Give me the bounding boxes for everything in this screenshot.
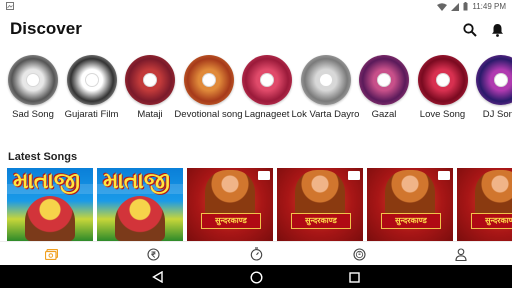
category-list: Sad Song Gujarati Film Mataji Devotional so… [0,52,512,136]
disc-hole [143,73,157,87]
wifi-icon [437,2,448,11]
coin-icon [352,247,366,261]
disc-hole [84,73,99,87]
song-card[interactable]: सुन्दरकाण्ड [367,168,453,241]
system-navigation-bar [0,265,512,288]
category-disc-image [242,55,292,105]
song-title: માતાજી [103,169,170,194]
song-card[interactable]: सुन्दरकाण्ड [457,168,512,241]
profile-icon [455,247,467,261]
nav-timer[interactable] [248,246,264,262]
latest-songs-list: માતાજી માતાજી सुन्दरकाण्ड सुन्दरकाण्ड सुन्दर… [0,168,512,241]
section-title-latest-songs: Latest Songs [8,151,78,163]
recents-square-icon [348,271,360,283]
category-disc-image [359,55,409,105]
home-circle-icon [249,270,263,284]
bell-icon [491,24,503,37]
disc-hole [377,73,391,87]
system-home-button[interactable] [249,270,263,284]
app-header: Discover [0,14,512,46]
status-bar: 11:49 PM [0,0,512,13]
system-back-button[interactable] [150,270,164,284]
nav-coin[interactable] [351,246,367,262]
category-label: DJ Song [482,109,512,120]
back-triangle-icon [151,271,163,283]
disc-hole [201,73,216,87]
disc-hole [435,73,450,87]
song-title: માતાજી [13,169,80,194]
song-card[interactable]: માતાજી [7,168,93,241]
nav-library[interactable] [43,246,59,262]
clock: 11:49 PM [472,2,506,11]
search-icon [463,23,477,37]
disc-hole [26,73,40,87]
label-badge [438,171,450,180]
label-badge [348,171,360,180]
rupee-icon [146,247,160,261]
goddess-artwork [115,196,165,241]
song-title: सुन्दरकाण्ड [291,213,351,229]
disc-hole [318,73,333,87]
category-disc-image [476,55,512,105]
disc-hole [494,73,508,87]
goddess-artwork [25,196,75,241]
nav-profile[interactable] [453,246,469,262]
category-item[interactable]: DJ Song [466,52,512,121]
song-title: सुन्दरकाण्ड [201,213,261,229]
image-notification-icon [6,2,14,10]
song-title: सुन्दरकाण्ड [381,213,441,229]
song-title: सुन्दरकाण्ड [471,213,512,229]
category-disc-image [417,55,468,105]
song-card[interactable]: सुन्दरकाण्ड [277,168,363,241]
category-disc-image [125,55,175,105]
signal-icon [451,2,460,11]
page-title: Discover [10,19,82,38]
notifications-button[interactable] [488,21,506,39]
system-recents-button[interactable] [347,270,361,284]
category-disc-image [300,55,351,105]
bottom-navigation [0,241,512,265]
category-disc-image [66,55,117,105]
search-button[interactable] [461,21,479,39]
nav-rupee[interactable] [145,246,161,262]
category-disc-image [183,55,234,105]
label-badge [258,171,270,180]
category-disc-image [8,55,58,105]
song-card[interactable]: માતાજી [97,168,183,241]
timer-icon [250,247,262,261]
library-icon [44,248,58,260]
disc-hole [260,73,274,87]
song-card[interactable]: सुन्दरकाण्ड [187,168,273,241]
battery-icon [463,2,468,11]
